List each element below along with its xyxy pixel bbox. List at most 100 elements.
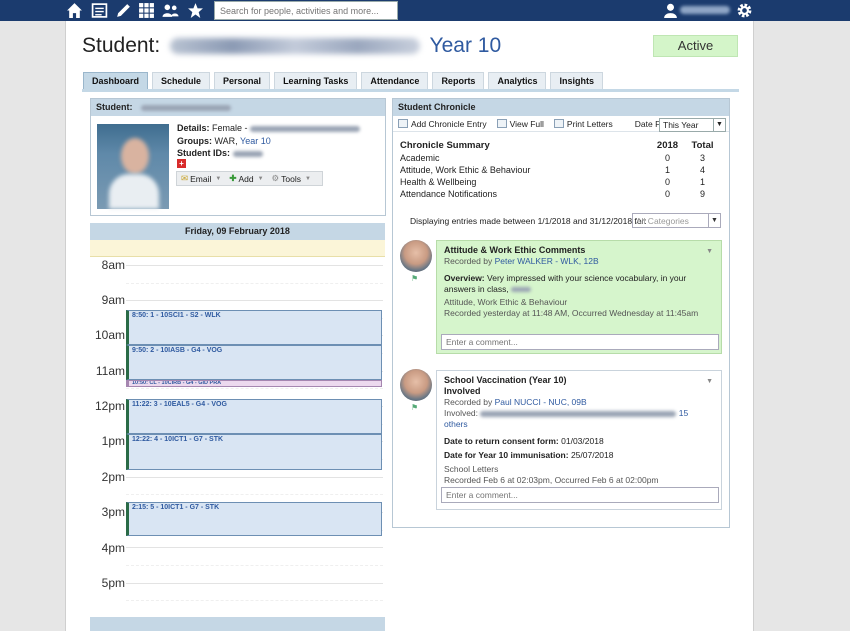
tools-button[interactable]: Tools	[281, 174, 301, 184]
immunisation-date-value: 25/07/2018	[570, 450, 614, 460]
page-content: Student: Year 10 Active Dashboard Schedu…	[65, 21, 754, 631]
search-input[interactable]	[214, 1, 398, 20]
summary-row[interactable]: Attendance Notifications 0 9	[400, 188, 720, 200]
summary-year-count: 0	[664, 177, 670, 187]
hour-label: 3pm	[101, 505, 125, 519]
gradebook-icon[interactable]	[91, 2, 108, 19]
summary-total-count: 9	[699, 189, 705, 199]
half-hour-line	[126, 565, 383, 566]
summary-total-count: 1	[699, 177, 705, 187]
groups-value: WAR,	[214, 135, 238, 146]
entry-title: Attitude & Work Ethic Comments	[444, 245, 586, 255]
details-label: Details:	[177, 123, 210, 133]
title-prefix: Student:	[82, 34, 161, 57]
date-filter-value: This Year	[663, 120, 699, 130]
student-actions-bar: ✉ Email ▼ ✚ Add ▼ ⚙ Tools ▼	[176, 171, 323, 186]
add-chronicle-entry-button[interactable]: Add Chronicle Entry	[411, 119, 487, 129]
chronicle-entry: ▼ School Vaccination (Year 10) Involved …	[436, 370, 722, 510]
calendar-footer	[90, 617, 385, 631]
half-hour-line	[126, 283, 383, 284]
consent-date-value: 01/03/2018	[561, 436, 604, 446]
tab-dashboard[interactable]: Dashboard	[83, 72, 149, 89]
calendar-event[interactable]: 2:15: 5 - 10ICT1 - G7 - STK	[126, 502, 382, 536]
tab-personal[interactable]: Personal	[214, 72, 271, 89]
calendar-event[interactable]: 10:50: CL - 10CIRB - G4 - GID PRA	[126, 380, 382, 387]
calendar-event[interactable]: 11:22: 3 - 10EAL5 - G4 - VOG	[126, 399, 382, 434]
summary-label: Academic	[400, 153, 440, 163]
recorded-by-label: Recorded by	[444, 256, 493, 266]
chronicle-header: Student Chronicle	[393, 99, 729, 116]
chronicle-panel: Student Chronicle Add Chronicle Entry Vi…	[392, 98, 730, 528]
summary-row[interactable]: Health & Wellbeing 0 1	[400, 176, 720, 188]
calendar-event[interactable]: 8:50: 1 - 10SCI1 - S2 - WLK	[126, 310, 382, 345]
hour-label: 9am	[101, 293, 125, 307]
summary-year-count: 0	[664, 153, 670, 163]
hour-label: 8am	[101, 258, 125, 272]
tab-insights[interactable]: Insights	[550, 72, 603, 89]
star-icon[interactable]	[187, 2, 204, 19]
calendar-all-day-row	[90, 240, 385, 257]
user-icon[interactable]	[662, 2, 679, 19]
hour-line	[126, 265, 383, 266]
home-icon[interactable]	[66, 2, 83, 19]
entry-author-link[interactable]: Peter WALKER - WLK, 12B	[495, 256, 599, 266]
chevron-down-icon[interactable]: ▼	[706, 246, 713, 257]
chevron-down-icon[interactable]: ▼	[706, 376, 713, 387]
calendar-event[interactable]: 9:50: 2 - 10IASB - G4 - VOG	[126, 345, 382, 380]
dropdown-arrow-icon[interactable]: ▼	[215, 176, 221, 182]
summary-label: Health & Wellbeing	[400, 177, 477, 187]
hour-label: 10am	[94, 328, 125, 342]
half-hour-line	[126, 388, 383, 389]
add-icon: ✚	[229, 173, 237, 183]
overview-redacted	[511, 287, 532, 293]
summary-title: Chronicle Summary	[400, 140, 490, 151]
student-panel: Student: Details: Female - Groups: WAR, …	[90, 98, 386, 216]
summary-row[interactable]: Attitude, Work Ethic & Behaviour 1 4	[400, 164, 720, 176]
ids-label: Student IDs:	[177, 148, 230, 158]
summary-col-year: 2018	[656, 140, 679, 151]
calendar-day-grid: 8am 9am 10am 11am 12pm 1pm 2pm 3pm 4pm 5…	[90, 257, 385, 617]
comment-input[interactable]	[441, 487, 719, 503]
email-button[interactable]: Email	[190, 174, 211, 184]
tools-icon: ⚙	[271, 173, 280, 183]
tab-analytics[interactable]: Analytics	[488, 72, 547, 89]
avatar	[400, 369, 432, 401]
summary-row[interactable]: Academic 0 3	[400, 152, 720, 164]
people-icon[interactable]	[162, 2, 179, 19]
grid-icon[interactable]	[138, 2, 155, 19]
tab-learning-tasks[interactable]: Learning Tasks	[274, 72, 358, 89]
entry-author-link[interactable]: Paul NUCCI - NUC, 09B	[495, 397, 587, 407]
entry-category: School Letters	[444, 464, 499, 474]
page-title: Student: Year 10	[82, 34, 501, 58]
user-name[interactable]	[680, 6, 730, 14]
student-panel-heading: Student:	[96, 102, 133, 112]
category-filter-select[interactable]: All Categories ▼	[632, 213, 721, 228]
immunisation-date-label: Date for Year 10 immunisation:	[444, 450, 569, 460]
summary-year-count: 0	[664, 189, 670, 199]
summary-col-total: Total	[691, 140, 714, 151]
student-name-redacted	[141, 104, 232, 111]
medical-alert-icon[interactable]: +	[177, 159, 186, 168]
calendar-event[interactable]: 12:22: 4 - 10ICT1 - G7 - STK	[126, 434, 382, 470]
dropdown-arrow-icon[interactable]: ▼	[305, 176, 311, 182]
comment-input[interactable]	[441, 334, 719, 350]
summary-label: Attitude, Work Ethic & Behaviour	[400, 165, 531, 175]
entry-category: Attitude, Work Ethic & Behaviour	[444, 297, 568, 307]
title-year: Year 10	[429, 34, 502, 57]
groups-year-link[interactable]: Year 10	[240, 136, 271, 146]
hour-label: 2pm	[101, 470, 125, 484]
pencil-icon[interactable]	[115, 2, 132, 19]
print-letters-button[interactable]: Print Letters	[567, 119, 613, 129]
hour-label: 12pm	[94, 399, 125, 413]
entry-subtitle: Involved	[444, 386, 481, 396]
student-details: Details: Female - Groups: WAR, Year 10 S…	[177, 122, 361, 160]
tab-attendance[interactable]: Attendance	[361, 72, 429, 89]
chronicle-entry: ▼ Attitude & Work Ethic Comments Recorde…	[436, 240, 722, 354]
tab-schedule[interactable]: Schedule	[152, 72, 211, 89]
gear-icon[interactable]	[736, 2, 753, 19]
tab-reports[interactable]: Reports	[432, 72, 485, 89]
view-full-button[interactable]: View Full	[510, 119, 544, 129]
date-filter-select[interactable]: This Year ▼	[659, 118, 726, 132]
dropdown-arrow-icon[interactable]: ▼	[258, 176, 264, 182]
add-button[interactable]: Add	[238, 174, 253, 184]
